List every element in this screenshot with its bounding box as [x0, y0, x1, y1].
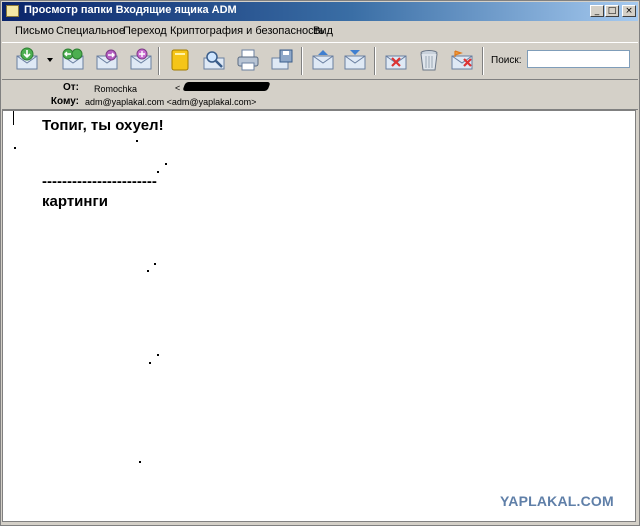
reply-icon[interactable] [60, 47, 86, 73]
speck [154, 263, 156, 265]
watermark: YAPLAKAL.COM [500, 493, 614, 509]
new-message-icon[interactable] [128, 47, 154, 73]
print-icon[interactable] [235, 47, 261, 73]
flag-delete-icon[interactable] [449, 47, 475, 73]
toolbar-separator [374, 47, 376, 75]
message-body[interactable] [2, 110, 636, 522]
from-label: От: [62, 82, 79, 93]
message-line-1: Топиг, ты охуел! [42, 117, 164, 134]
menu-letter[interactable]: Письмо [15, 25, 54, 37]
to-label: Кому: [50, 96, 79, 107]
receive-dropdown-icon[interactable] [47, 58, 53, 62]
search-input[interactable] [527, 50, 630, 68]
from-name[interactable]: Romochka [94, 84, 137, 94]
menu-crypto-security[interactable]: Криптография и безопасность [170, 25, 324, 37]
find-icon[interactable] [201, 47, 227, 73]
toolbar-separator [158, 47, 160, 75]
menu-view[interactable]: Вид [313, 25, 333, 37]
receive-mail-icon[interactable] [14, 47, 40, 73]
forward-icon[interactable] [94, 47, 120, 73]
close-button[interactable]: × [622, 5, 636, 17]
menu-special[interactable]: Специальное [56, 25, 125, 37]
minimize-button[interactable]: _ [590, 5, 604, 17]
menu-bar: Письмо Специальное Переход Криптография … [2, 22, 638, 41]
speck [149, 362, 151, 364]
menu-go[interactable]: Переход [123, 25, 167, 37]
save-icon[interactable] [269, 47, 295, 73]
text-caret [13, 111, 14, 125]
message-header: От: Romochka < Кому: adm@yaplakal.com <a… [2, 79, 638, 110]
speck [157, 354, 159, 356]
window-title: Просмотр папки Входящие ящика ADM [24, 4, 237, 16]
trash-icon[interactable] [416, 47, 442, 73]
speck [139, 461, 141, 463]
maximize-button[interactable]: □ [605, 5, 619, 17]
search-label: Поиск: [491, 55, 522, 66]
previous-message-icon[interactable] [310, 47, 336, 73]
toolbar-separator [482, 47, 484, 75]
to-value[interactable]: adm@yaplakal.com <adm@yaplakal.com> [85, 97, 256, 107]
main-window: Просмотр папки Входящие ящика ADM _ □ × … [0, 0, 640, 526]
title-bar[interactable]: Просмотр папки Входящие ящика ADM _ □ × [2, 2, 638, 21]
toolbar: Поиск: [2, 42, 638, 80]
speck [165, 163, 167, 165]
toolbar-separator [301, 47, 303, 75]
speck [147, 270, 149, 272]
next-message-icon[interactable] [342, 47, 368, 73]
delete-mark-icon[interactable] [383, 47, 409, 73]
speck [157, 171, 159, 173]
address-book-icon[interactable] [167, 47, 193, 73]
message-line-3: картинги [42, 193, 108, 210]
redaction-mark [182, 82, 271, 91]
message-line-2: ----------------------- [42, 173, 157, 190]
speck [136, 140, 138, 142]
speck [14, 147, 16, 149]
from-email-bracket: < [175, 83, 181, 93]
folder-icon [6, 5, 19, 17]
